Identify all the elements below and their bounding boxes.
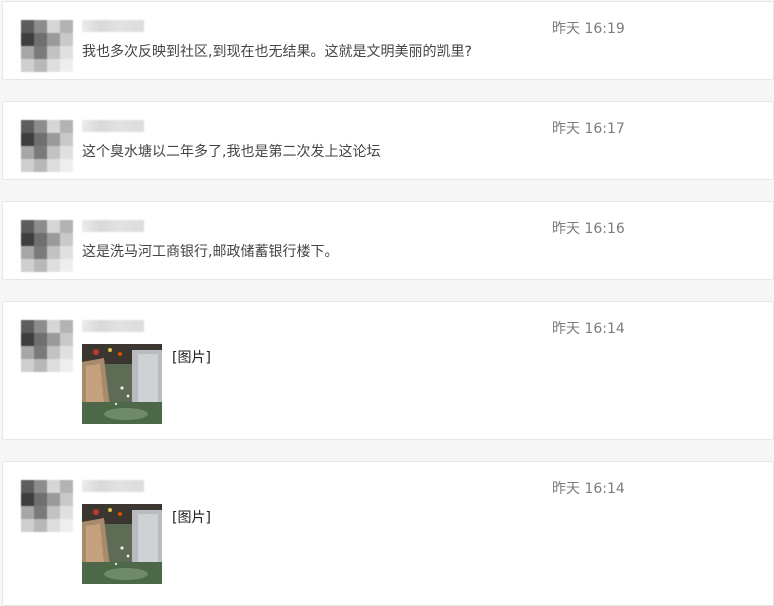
comment-card: 昨天 16:19 我也多次反映到社区,到现在也无结果。这就是文明美丽的凯里? — [2, 1, 774, 80]
timestamp: 昨天 16:14 — [552, 481, 625, 497]
avatar[interactable] — [21, 480, 73, 532]
avatar[interactable] — [21, 220, 73, 272]
avatar[interactable] — [21, 120, 73, 172]
comment-text: 我也多次反映到社区,到现在也无结果。这就是文明美丽的凯里? — [82, 44, 472, 60]
comment-card: 昨天 16:17 这个臭水塘以二年多了,我也是第二次发上这论坛 — [2, 101, 774, 180]
timestamp: 昨天 16:17 — [552, 121, 625, 137]
timestamp: 昨天 16:16 — [552, 221, 625, 237]
username-blurred[interactable] — [82, 220, 144, 232]
comment-text: 这个臭水塘以二年多了,我也是第二次发上这论坛 — [82, 144, 381, 160]
avatar[interactable] — [21, 20, 73, 72]
comment-text: 这是洗马河工商银行,邮政储蓄银行楼下。 — [82, 244, 339, 260]
timestamp: 昨天 16:14 — [552, 321, 625, 337]
comment-card: 昨天 16:16 这是洗马河工商银行,邮政储蓄银行楼下。 — [2, 201, 774, 280]
timestamp: 昨天 16:19 — [552, 21, 625, 37]
avatar[interactable] — [21, 320, 73, 372]
image-label[interactable]: [图片] — [172, 347, 211, 367]
comment-card: 昨天 16:14 [图片] — [2, 301, 774, 440]
username-blurred[interactable] — [82, 320, 144, 332]
photo-thumbnail[interactable] — [82, 344, 162, 424]
comment-card: 昨天 16:14 [图片] — [2, 461, 774, 606]
username-blurred[interactable] — [82, 120, 144, 132]
username-blurred[interactable] — [82, 480, 144, 492]
image-label[interactable]: [图片] — [172, 507, 211, 527]
username-blurred[interactable] — [82, 20, 144, 32]
photo-thumbnail[interactable] — [82, 504, 162, 584]
